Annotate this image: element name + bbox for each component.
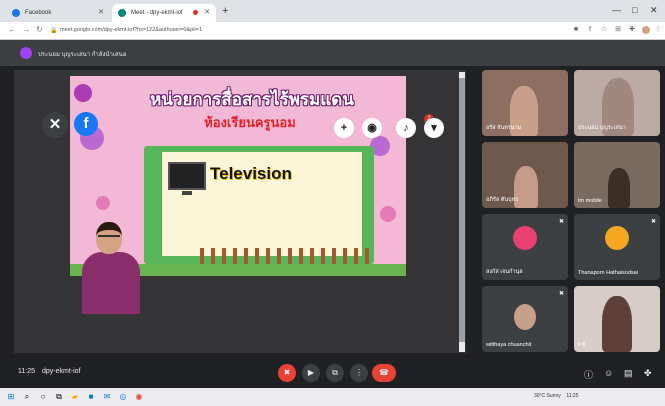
slide-card-label: Television	[210, 164, 292, 183]
chrome-icon[interactable]: ◉	[134, 392, 144, 402]
presenter-text: ประนอม บุญระเสนา กำลังนำเสนอ	[38, 52, 127, 58]
close-window-icon[interactable]: ✕	[650, 5, 658, 16]
participant-name: Pill	[578, 342, 586, 348]
tab-facebook[interactable]: Facebook ✕	[6, 4, 110, 22]
participant-name: tm mobile	[578, 198, 602, 204]
chat-icon[interactable]: ▤	[624, 368, 633, 379]
tab-meet[interactable]: Meet - dpy-ekmt-iof ✕	[112, 4, 216, 22]
browser-tab-strip: Facebook ✕ Meet - dpy-ekmt-iof ✕ + — □ ✕	[0, 0, 665, 22]
participant-name: Thanaporn Hathaisodsai	[578, 270, 638, 276]
slide-subtitle: ห้องเรียนครูนอม	[204, 115, 296, 130]
participant-tile[interactable]: ✖ Thanaporn Hathaisodsai	[574, 214, 660, 280]
url-field[interactable]: meet.google.com/dpy-ekmt-iof?hs=122&auth…	[60, 27, 202, 33]
close-overlay-button[interactable]: ✕	[42, 112, 68, 138]
participant-tile[interactable]: อรัส จันทรนาม	[482, 70, 568, 136]
meet-window: ประนอม บุญระเสนา กำลังนำเสนอ หน่วยการสื่…	[0, 40, 665, 388]
share-icon[interactable]: ⇪	[586, 26, 594, 34]
presenter-avatar	[20, 47, 32, 59]
windows-start-icon[interactable]: ⊞	[6, 392, 16, 402]
meeting-controls: 11:25 dpy-ekmt-iof ✖ ▶ ⧉ ⋮ ☎ ⓘ ☺ ▤ ✤	[0, 360, 665, 388]
presenting-banner: ประนอม บุญระเสนา กำลังนำเสนอ	[0, 40, 665, 66]
task-view-icon[interactable]: ⧉	[54, 392, 64, 402]
cortana-icon[interactable]: ○	[38, 392, 48, 402]
messenger-icon[interactable]: ◉	[362, 118, 382, 138]
star-icon[interactable]: ☆	[600, 26, 608, 34]
forward-icon[interactable]: →	[22, 25, 30, 34]
system-tray: 30°C Sunny 11:25	[534, 393, 578, 399]
address-bar: ← → ↻ 🔒 meet.google.com/dpy-ekmt-iof?hs=…	[0, 22, 665, 40]
extensions-icon[interactable]: ⊞	[614, 26, 622, 34]
chevron-down-icon[interactable]: ▾	[424, 118, 444, 138]
profile-avatar[interactable]	[642, 26, 650, 34]
close-icon[interactable]: ✕	[204, 8, 210, 16]
windows-taskbar: ⊞ ⌕ ○ ⧉ ▰ ■ ✉ ◎ ◉ 30°C Sunny 11:25	[0, 388, 665, 406]
facebook-icon	[12, 9, 20, 17]
bell-icon[interactable]: ♪	[396, 118, 416, 138]
info-icon[interactable]: ⓘ	[584, 368, 593, 381]
menu-icon[interactable]: ⋮	[654, 26, 662, 34]
tv-stand	[182, 191, 192, 195]
participant-name: อภิรัล ตันบุทธ	[486, 197, 519, 203]
more-options-icon[interactable]: ⋮	[350, 364, 368, 382]
activities-icon[interactable]: ✤	[644, 368, 652, 379]
scroll-thumb[interactable]	[459, 78, 465, 342]
tab-label: Facebook	[25, 10, 52, 16]
avatar	[605, 226, 629, 250]
slide-title: หน่วยการสื่อสารไร้พรมแดน	[150, 90, 354, 109]
file-explorer-icon[interactable]: ▰	[70, 392, 80, 402]
mic-off-icon: ✖	[558, 291, 564, 297]
participant-tile[interactable]: tm mobile	[574, 142, 660, 208]
people-icon[interactable]: ☺	[604, 368, 613, 378]
search-icon[interactable]: ⌕	[22, 392, 32, 402]
lock-icon: 🔒	[50, 28, 58, 34]
presenter-video	[80, 222, 142, 314]
store-icon[interactable]: ■	[86, 392, 96, 402]
meet-icon	[118, 9, 126, 17]
tab-label: Meet - dpy-ekmt-iof	[131, 10, 183, 16]
close-icon[interactable]: ✕	[98, 8, 104, 16]
participant-name: สงกัส เจนกำนุล	[486, 269, 523, 275]
present-icon[interactable]: ⧉	[326, 364, 344, 382]
mic-off-icon: ✖	[558, 219, 564, 225]
weather-text: 30°C Sunny	[534, 393, 561, 399]
camera-icon[interactable]: ▶	[302, 364, 320, 382]
add-icon[interactable]: +	[334, 118, 354, 138]
participant-name: witthaya chuanchit	[486, 342, 532, 348]
participant-tile[interactable]: Pill	[574, 286, 660, 352]
participant-tile[interactable]: ประนอม บุญระเสนา	[574, 70, 660, 136]
avatar	[513, 226, 537, 250]
maximize-icon[interactable]: □	[632, 5, 637, 15]
participant-name: อรัส จันทรนาม	[486, 125, 522, 131]
facebook-icon[interactable]: f	[74, 112, 98, 136]
minimize-icon[interactable]: —	[612, 5, 621, 15]
edge-icon[interactable]: ◎	[118, 392, 128, 402]
meeting-time: 11:25	[18, 368, 35, 375]
mail-icon[interactable]: ✉	[102, 392, 112, 402]
reload-icon[interactable]: ↻	[36, 25, 43, 34]
scrollbar[interactable]	[459, 72, 465, 352]
participant-tile[interactable]: ✖ witthaya chuanchit	[482, 286, 568, 352]
puzzle-icon[interactable]: ✚	[628, 26, 636, 34]
participant-name: ประนอม บุญระเสนา	[578, 125, 626, 131]
participant-tile[interactable]: อภิรัล ตันบุทธ	[482, 142, 568, 208]
camera-icon[interactable]: ■	[572, 26, 580, 34]
clock-text: 11:25	[566, 393, 579, 399]
television-icon	[168, 162, 206, 190]
recording-dot-icon	[193, 10, 198, 15]
back-icon[interactable]: ←	[8, 25, 16, 34]
presentation-stage: หน่วยการสื่อสารไร้พรมแดน ห้องเรียนครูนอม…	[14, 70, 466, 353]
leave-call-button[interactable]: ☎	[372, 364, 396, 382]
new-tab-button[interactable]: +	[222, 5, 228, 17]
participant-tile[interactable]: ✖ สงกัส เจนกำนุล	[482, 214, 568, 280]
meeting-code: dpy-ekmt-iof	[42, 368, 81, 375]
mic-off-icon: ✖	[650, 219, 656, 225]
mic-off-icon[interactable]: ✖	[278, 364, 296, 382]
